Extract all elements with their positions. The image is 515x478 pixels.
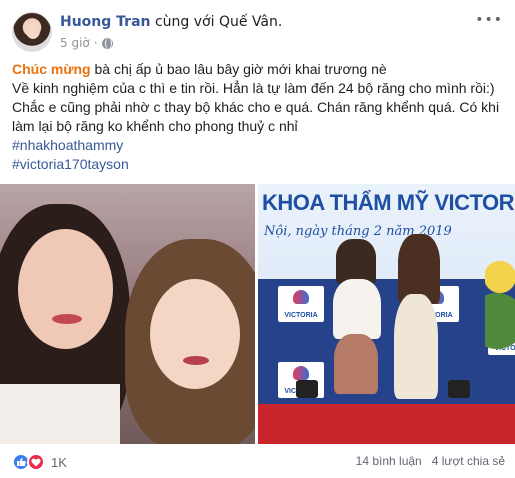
victoria-logo-icon: VICTORIA bbox=[278, 286, 324, 322]
post-text: Chúc mừng bà chị ấp ủ bao lâu bây giờ mớ… bbox=[12, 61, 500, 172]
more-options-button[interactable]: ••• bbox=[475, 12, 503, 28]
post-footer: 1K 14 bình luận 4 lượt chia sẻ bbox=[12, 451, 505, 473]
reactions-summary[interactable]: 1K bbox=[12, 453, 67, 471]
reaction-count: 1K bbox=[51, 454, 67, 470]
photo-selfie[interactable] bbox=[0, 184, 255, 444]
post-timestamp[interactable]: 5 giờ bbox=[60, 34, 90, 52]
facebook-post: Huong Tran cùng với Quế Vân. 5 giờ · •••… bbox=[0, 0, 515, 478]
avatar[interactable] bbox=[12, 12, 52, 52]
shares-count-link[interactable]: 4 lượt chia sẻ bbox=[432, 454, 505, 468]
post-header: Huong Tran cùng với Quế Vân. 5 giờ · ••• bbox=[12, 10, 505, 52]
comments-count-link[interactable]: 14 bình luận bbox=[356, 454, 422, 468]
banner-title: KHOA THẨM MỸ VICTORIA bbox=[262, 190, 515, 215]
hashtag-link[interactable]: #nhakhoathammy bbox=[12, 137, 123, 153]
photo-event[interactable]: KHOA THẨM MỸ VICTORIA Nội, ngày tháng 2 … bbox=[258, 184, 515, 444]
celebrate-text: Chúc mừng bbox=[12, 61, 91, 77]
tagged-friend[interactable]: Quế Vân. bbox=[219, 14, 282, 30]
with-text: cùng với bbox=[154, 14, 215, 30]
author-name[interactable]: Huong Tran bbox=[60, 14, 151, 30]
photo-grid: KHOA THẨM MỸ VICTORIA Nội, ngày tháng 2 … bbox=[0, 184, 515, 444]
love-icon bbox=[27, 453, 45, 471]
globe-icon[interactable] bbox=[101, 37, 113, 49]
hashtag-link[interactable]: #victoria170tayson bbox=[12, 156, 129, 172]
